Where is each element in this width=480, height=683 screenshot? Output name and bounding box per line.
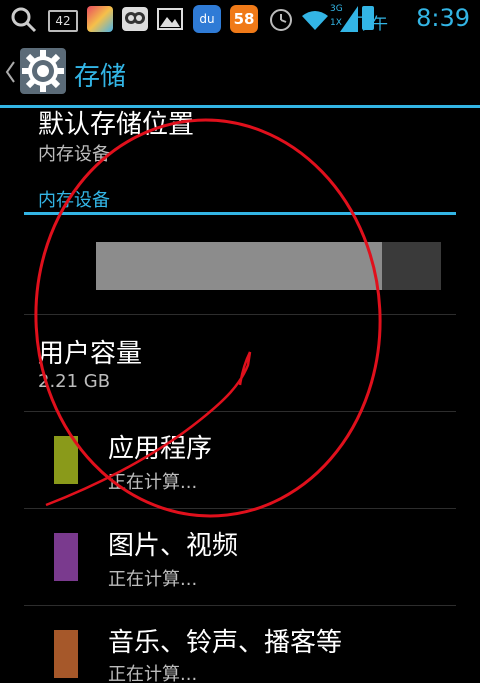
chat-icon: [122, 7, 148, 31]
storage-usage-bar: [96, 242, 441, 290]
user-capacity-title: 用户容量: [38, 339, 143, 369]
baidu-icon: du: [193, 5, 221, 33]
section-divider: [24, 212, 456, 215]
color-swatch: [54, 630, 78, 678]
chevron-left-icon: [5, 61, 15, 83]
item-status: 正在计算...: [108, 472, 198, 493]
list-item-music[interactable]: 音乐、铃声、播客等 正在计算...: [0, 606, 480, 683]
item-label: 图片、视频: [108, 531, 239, 561]
default-location-row[interactable]: 默认存储位置 内存设备: [0, 108, 480, 178]
up-button[interactable]: [0, 46, 70, 100]
section-header-internal: 内存设备: [38, 190, 110, 211]
status-bar: 42 du 58 3G 1X 下午 8:39: [0, 0, 480, 38]
clock-time: 8:39: [416, 4, 470, 32]
list-item-apps[interactable]: 应用程序 正在计算...: [0, 412, 480, 508]
item-label: 应用程序: [108, 434, 213, 464]
time-ampm: 下午: [355, 14, 388, 33]
item-status: 正在计算...: [108, 569, 198, 590]
color-swatch: [54, 436, 78, 484]
list-item-photos-videos[interactable]: 图片、视频 正在计算...: [0, 509, 480, 605]
gallery-icon: [157, 8, 183, 30]
usage-bar-used: [96, 242, 382, 290]
gear-icon: [20, 48, 66, 94]
default-location-value: 内存设备: [38, 144, 110, 165]
color-swatch: [54, 533, 78, 581]
user-capacity-row[interactable]: 用户容量 2.21 GB: [0, 315, 480, 411]
battery-level-badge: 42: [55, 14, 71, 28]
action-bar: [0, 38, 480, 106]
app-58-label: 58: [233, 10, 255, 28]
alarm-icon: [270, 9, 292, 31]
app-58-icon: 58: [230, 5, 258, 33]
signal-icon: 3G 1X: [330, 4, 358, 34]
page-title: 存储: [74, 62, 127, 92]
default-location-title: 默认存储位置: [38, 110, 195, 140]
item-label: 音乐、铃声、播客等: [108, 628, 343, 658]
item-status: 正在计算...: [108, 664, 198, 683]
user-capacity-value: 2.21 GB: [38, 371, 111, 392]
search-icon: [11, 7, 37, 33]
app-icon: [87, 6, 113, 32]
usage-bar-free: [382, 242, 441, 290]
battery-level-icon: 42: [48, 10, 78, 32]
wifi-icon: [302, 11, 328, 30]
